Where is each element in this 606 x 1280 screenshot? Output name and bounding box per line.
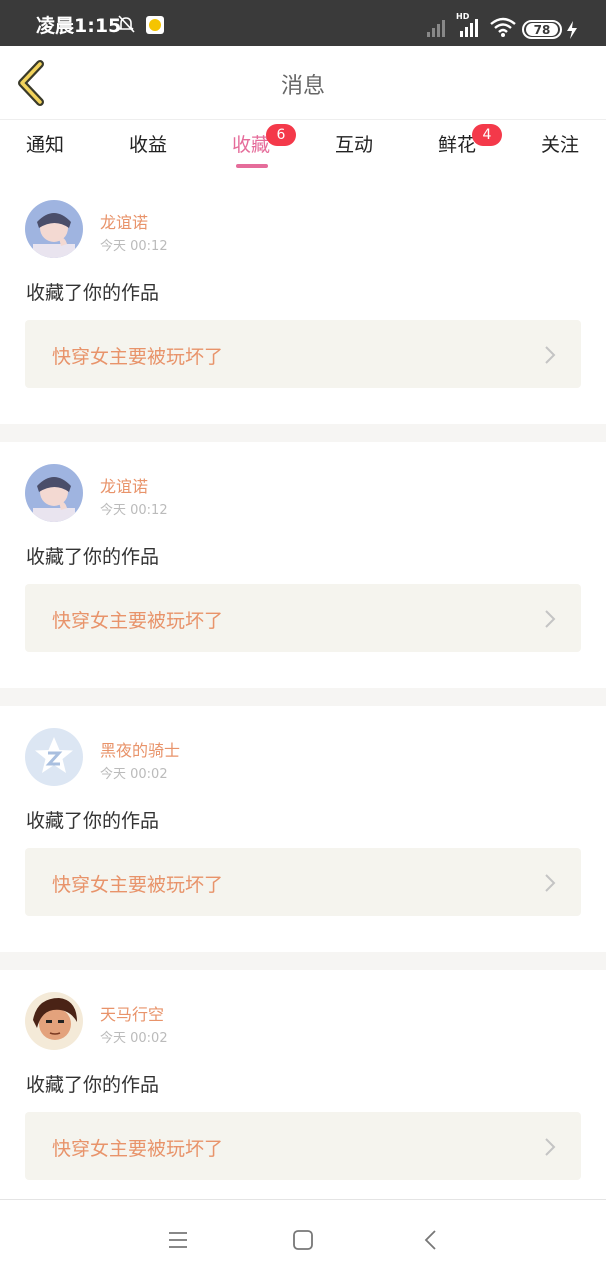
work-link-card[interactable]: 快穿女主要被玩坏了 (25, 848, 581, 916)
system-nav-bar (0, 1199, 606, 1280)
message-card: 龙谊诺 今天 00:12 收藏了你的作品 快穿女主要被玩坏了 (0, 442, 606, 688)
chevron-right-icon (545, 1138, 556, 1156)
work-title: 快穿女主要被玩坏了 (52, 346, 224, 368)
message-list: 龙谊诺 今天 00:12 收藏了你的作品 快穿女主要被玩坏了 龙谊诺 今天 00… (0, 178, 606, 1280)
status-time: 凌晨1:15 (36, 15, 122, 37)
tab-earnings[interactable]: 收益 (98, 130, 198, 176)
tab-label: 互动 (334, 134, 373, 156)
tab-label: 鲜花 (437, 134, 476, 156)
tab-notice[interactable]: 通知 (0, 130, 95, 176)
user-avatar[interactable] (25, 992, 83, 1050)
tab-interactions[interactable]: 互动 (304, 130, 404, 176)
user-avatar[interactable] (25, 464, 83, 522)
card-divider (0, 688, 606, 706)
page-title: 消息 (280, 74, 325, 99)
tab-favorites[interactable]: 收藏 6 (201, 124, 301, 176)
message-action-text: 收藏了你的作品 (26, 810, 160, 832)
signal-strong-icon (460, 19, 478, 37)
mute-bell-icon (118, 15, 135, 33)
user-avatar[interactable] (25, 728, 83, 786)
tab-badge-count: 6 (266, 124, 296, 146)
signal-weak-icon (427, 20, 445, 37)
work-title: 快穿女主要被玩坏了 (52, 1138, 224, 1160)
message-tabs: 通知 收益 收藏 6 互动 鲜花 4 关注 (0, 120, 606, 178)
battery-icon: 78 (522, 20, 562, 39)
username[interactable]: 龙谊诺 (100, 209, 148, 233)
tab-label: 收益 (128, 134, 167, 156)
message-time: 今天 00:02 (100, 767, 168, 782)
message-card: 黑夜的骑士 今天 00:02 收藏了你的作品 快穿女主要被玩坏了 (0, 706, 606, 952)
message-time: 今天 00:02 (100, 1031, 168, 1046)
wifi-icon (490, 17, 516, 37)
app-notification-icon (146, 16, 164, 34)
battery-level: 78 (526, 23, 558, 37)
tab-label: 收藏 (231, 134, 270, 156)
chevron-right-icon (545, 346, 556, 364)
card-divider (0, 424, 606, 442)
message-card: 天马行空 今天 00:02 收藏了你的作品 快穿女主要被玩坏了 (0, 970, 606, 1216)
work-title: 快穿女主要被玩坏了 (52, 874, 224, 896)
work-title: 快穿女主要被玩坏了 (52, 610, 224, 632)
work-link-card[interactable]: 快穿女主要被玩坏了 (25, 320, 581, 388)
message-action-text: 收藏了你的作品 (26, 546, 160, 568)
tab-following[interactable]: 关注 (510, 130, 606, 176)
username[interactable]: 龙谊诺 (100, 473, 148, 497)
chevron-right-icon (545, 874, 556, 892)
menu-icon[interactable] (166, 1228, 190, 1252)
status-bar: 凌晨1:15 HD 78 (0, 0, 606, 46)
active-tab-indicator (236, 164, 268, 168)
message-action-text: 收藏了你的作品 (26, 1074, 160, 1096)
home-square-icon[interactable] (291, 1228, 315, 1252)
message-action-text: 收藏了你的作品 (26, 282, 160, 304)
username[interactable]: 天马行空 (100, 1001, 164, 1025)
message-time: 今天 00:12 (100, 503, 168, 518)
work-link-card[interactable]: 快穿女主要被玩坏了 (25, 584, 581, 652)
tab-badge-count: 4 (472, 124, 502, 146)
top-app-bar: 消息 (0, 46, 606, 120)
tab-label: 关注 (540, 134, 579, 156)
user-avatar[interactable] (25, 200, 83, 258)
tab-label: 通知 (25, 134, 64, 156)
card-divider (0, 952, 606, 970)
username[interactable]: 黑夜的骑士 (100, 737, 180, 761)
message-time: 今天 00:12 (100, 239, 168, 254)
charging-bolt-icon (567, 21, 577, 39)
work-link-card[interactable]: 快穿女主要被玩坏了 (25, 1112, 581, 1180)
back-icon[interactable] (419, 1228, 443, 1252)
message-card: 龙谊诺 今天 00:12 收藏了你的作品 快穿女主要被玩坏了 (0, 178, 606, 424)
tab-flowers[interactable]: 鲜花 4 (407, 124, 507, 176)
chevron-right-icon (545, 610, 556, 628)
